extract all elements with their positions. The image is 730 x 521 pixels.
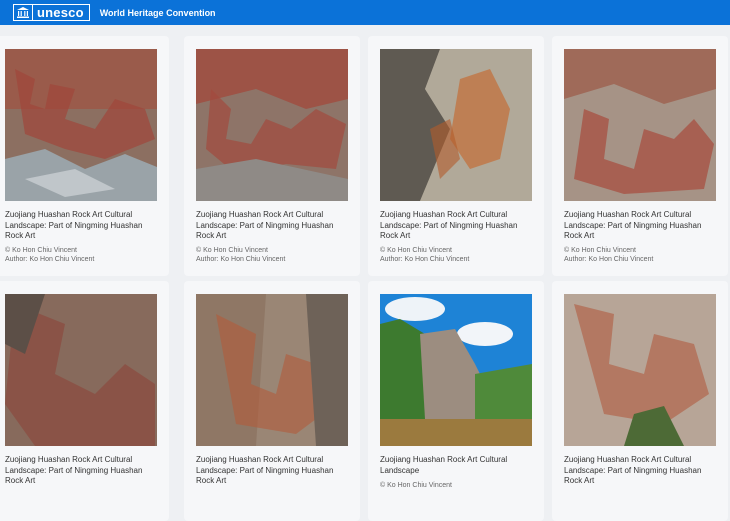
rock-art-photo[interactable] <box>196 294 348 446</box>
world-heritage-convention-link[interactable]: World Heritage Convention <box>100 8 216 18</box>
photo-credit: © Ko Hon Chiu Vincent <box>5 247 77 254</box>
rock-art-photo[interactable] <box>5 294 157 446</box>
rock-art-photo[interactable] <box>196 49 348 201</box>
photo-card[interactable]: Zuojiang Huashan Rock Art Cultural Lands… <box>184 281 360 521</box>
photo-credit: © Ko Hon Chiu Vincent <box>380 247 452 254</box>
rock-art-photo[interactable] <box>380 49 532 201</box>
photo-credit: © Ko Hon Chiu Vincent <box>380 482 452 489</box>
photo-author: Author: Ko Hon Chiu Vincent <box>564 256 654 263</box>
temple-icon <box>14 5 33 20</box>
photo-title[interactable]: Zuojiang Huashan Rock Art Cultural Lands… <box>380 210 536 242</box>
rock-art-photo[interactable] <box>5 49 157 201</box>
photo-card[interactable]: Zuojiang Huashan Rock Art Cultural Lands… <box>184 36 360 276</box>
photo-title[interactable]: Zuojiang Huashan Rock Art Cultural Lands… <box>196 455 352 487</box>
photo-credit: © Ko Hon Chiu Vincent <box>564 247 636 254</box>
photo-credit: © Ko Hon Chiu Vincent <box>196 247 268 254</box>
photo-author: Author: Ko Hon Chiu Vincent <box>196 256 286 263</box>
photo-author: Author: Ko Hon Chiu Vincent <box>5 256 95 263</box>
photo-card[interactable]: Zuojiang Huashan Rock Art Cultural Lands… <box>552 281 728 521</box>
photo-title[interactable]: Zuojiang Huashan Rock Art Cultural Lands… <box>380 455 536 476</box>
rock-art-photo[interactable] <box>564 49 716 201</box>
landscape-photo[interactable] <box>380 294 532 446</box>
photo-title[interactable]: Zuojiang Huashan Rock Art Cultural Lands… <box>564 210 720 242</box>
photo-title[interactable]: Zuojiang Huashan Rock Art Cultural Lands… <box>5 210 161 242</box>
photo-card[interactable]: Zuojiang Huashan Rock Art Cultural Lands… <box>0 281 169 521</box>
photo-title[interactable]: Zuojiang Huashan Rock Art Cultural Lands… <box>5 455 161 487</box>
rock-art-photo[interactable] <box>564 294 716 446</box>
photo-card[interactable]: Zuojiang Huashan Rock Art Cultural Lands… <box>0 36 169 276</box>
unesco-logo[interactable]: unesco <box>13 4 90 21</box>
photo-card[interactable]: Zuojiang Huashan Rock Art Cultural Lands… <box>552 36 728 276</box>
photo-title[interactable]: Zuojiang Huashan Rock Art Cultural Lands… <box>564 455 720 487</box>
photo-title[interactable]: Zuojiang Huashan Rock Art Cultural Lands… <box>196 210 352 242</box>
top-navigation-bar: unesco World Heritage Convention <box>0 0 730 25</box>
photo-card[interactable]: Zuojiang Huashan Rock Art Cultural Lands… <box>368 281 544 521</box>
photo-card[interactable]: Zuojiang Huashan Rock Art Cultural Lands… <box>368 36 544 276</box>
logo-text: unesco <box>37 5 84 20</box>
photo-author: Author: Ko Hon Chiu Vincent <box>380 256 470 263</box>
